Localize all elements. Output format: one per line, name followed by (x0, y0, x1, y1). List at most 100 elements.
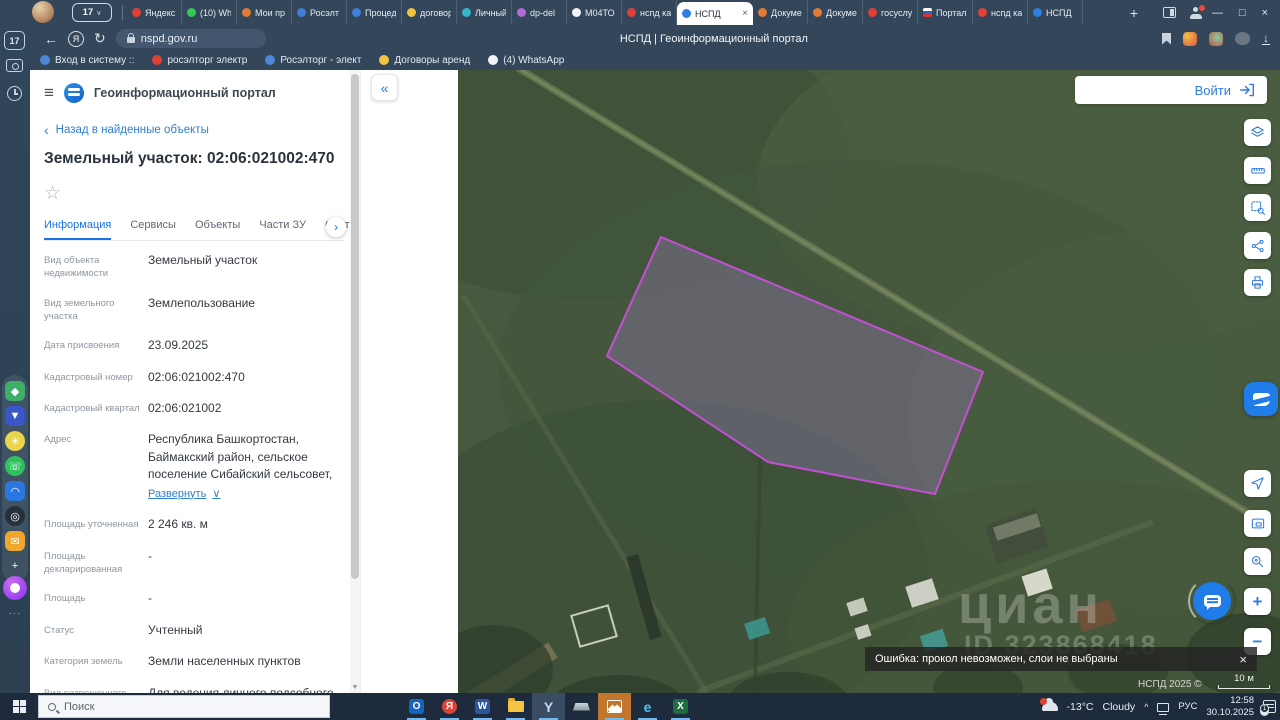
browser-tab-6[interactable]: договор (402, 0, 457, 25)
browser-tab-4[interactable]: Росэлт (292, 0, 347, 25)
overview-map-button[interactable] (1244, 510, 1271, 537)
coordinate-search-button[interactable] (1244, 548, 1271, 575)
tab-count-chip[interactable]: 17 ∨ (72, 3, 112, 22)
browser-tab-17[interactable]: НСПД (1028, 0, 1083, 25)
history-clock-icon[interactable] (7, 86, 22, 101)
weather-icon[interactable] (1039, 698, 1058, 711)
collections-icon[interactable] (1235, 32, 1250, 45)
taskbar-app-explorer[interactable] (499, 693, 532, 720)
browser-tab-5[interactable]: Процед (347, 0, 402, 25)
weather-temp[interactable]: -13°C (1067, 701, 1094, 713)
browser-tab-7[interactable]: Личный (457, 0, 512, 25)
browser-tab-2[interactable]: (10) Wh (182, 0, 237, 25)
collapse-panel-button[interactable]: « (371, 74, 398, 101)
bookmark-item[interactable]: Договоры аренд (379, 55, 470, 66)
back-button[interactable]: ← (44, 31, 58, 47)
bookmark-flag-icon[interactable] (1162, 32, 1171, 45)
language-indicator[interactable]: РУС (1178, 701, 1197, 712)
attribute-label: Кадастровый номер (44, 371, 133, 383)
taskbar-app-outlook[interactable]: O (400, 693, 433, 720)
window-close-button[interactable]: × (1262, 7, 1268, 19)
extension-icon[interactable] (1209, 31, 1223, 46)
alice-assistant-icon[interactable] (3, 576, 27, 600)
weather-condition[interactable]: Cloudy (1103, 701, 1136, 713)
print-button[interactable] (1244, 269, 1271, 296)
browser-tab-11[interactable]: НСПД × (677, 2, 753, 25)
scrollbar-thumb[interactable] (351, 74, 359, 579)
tab-части зу[interactable]: Части ЗУ (259, 219, 306, 240)
zoom-in-button[interactable]: + (1244, 588, 1271, 615)
mail-icon[interactable]: ✉ (5, 531, 25, 551)
share-button[interactable] (1244, 232, 1271, 259)
favorite-star-icon[interactable]: ☆ (44, 182, 68, 205)
sidebar-more-icon[interactable]: ··· (0, 608, 30, 619)
panorama-button[interactable] (1244, 382, 1278, 416)
tab-сервисы[interactable]: Сервисы (130, 219, 176, 240)
browser-tab-3[interactable]: Мои пр (237, 0, 292, 25)
taskbar-search[interactable]: Поиск (38, 695, 330, 718)
bookmark-item[interactable]: росэлторг электр (152, 55, 247, 66)
bookmark-item[interactable]: Вход в систему :: (40, 55, 134, 66)
taskbar-app-excel[interactable]: X (664, 693, 697, 720)
camera-app-icon[interactable]: ◎ (5, 506, 25, 526)
downloads-icon[interactable]: ↓ (1262, 32, 1270, 45)
tab-информация[interactable]: Информация (44, 219, 112, 240)
expand-address-link[interactable]: Развернуть ∨ (148, 487, 220, 503)
browser-tab-16[interactable]: нспд ка (973, 0, 1028, 25)
network-icon[interactable] (1157, 703, 1170, 715)
browser-tab-12[interactable]: Докуме (753, 0, 808, 25)
notification-icon[interactable]: 1 (1260, 700, 1276, 713)
shield-icon[interactable]: ▼ (5, 406, 25, 426)
panel-scrollbar[interactable]: ▼ (350, 70, 360, 693)
browser-tab-15[interactable]: Портал (918, 0, 973, 25)
area-select-button[interactable] (1244, 194, 1271, 221)
layers-button[interactable] (1244, 119, 1271, 146)
browser-tab-10[interactable]: нспд ка (622, 0, 677, 25)
taskbar-app-scanner[interactable] (565, 693, 598, 720)
my-location-button[interactable] (1244, 470, 1271, 497)
chat-support-button[interactable] (1188, 577, 1236, 625)
back-to-results-link[interactable]: ‹ Назад в найденные объекты (44, 122, 344, 138)
measure-ruler-button[interactable] (1244, 157, 1271, 184)
tab-объекты[interactable]: Объекты (195, 219, 240, 240)
menu-icon[interactable]: ≡ (44, 83, 54, 103)
extension-icon[interactable] (1183, 31, 1197, 46)
tab-counter-badge[interactable]: 17 (4, 31, 25, 50)
scrollbar-down-arrow[interactable]: ▼ (350, 684, 360, 691)
browser-icon[interactable]: ◠ (5, 481, 25, 501)
taskbar-app-photos[interactable] (598, 693, 631, 720)
browser-profile-icon[interactable] (1189, 4, 1205, 19)
taskbar-clock[interactable]: 12:58 30.10.2025 (1206, 695, 1254, 719)
window-minimize-button[interactable]: — (1212, 7, 1223, 19)
yandex-search-icon[interactable]: Я (68, 30, 84, 47)
tray-expand-icon[interactable]: ^ (1144, 702, 1148, 712)
url-field[interactable]: nspd.gov.ru (115, 29, 266, 48)
taskbar-app-yandex[interactable]: Я (433, 693, 466, 720)
add-app-icon[interactable]: + (5, 556, 25, 576)
new-tab-button[interactable]: + (1121, 0, 1147, 25)
taskbar-app-edge[interactable]: e (631, 693, 664, 720)
screenshot-icon[interactable] (6, 59, 23, 72)
org-logo-icon[interactable]: ☀ (5, 431, 25, 451)
profile-avatar[interactable] (32, 1, 54, 23)
side-panels-icon[interactable] (1162, 7, 1176, 18)
reload-button[interactable]: ↻ (94, 30, 106, 47)
browser-tab-14[interactable]: госуслу (863, 0, 918, 25)
bookmark-item[interactable]: (4) WhatsApp (488, 55, 564, 66)
teams-icon[interactable]: ◆ (5, 381, 25, 401)
tab-close-icon[interactable]: × (742, 8, 748, 19)
taskbar-app-word[interactable]: W (466, 693, 499, 720)
browser-tab-9[interactable]: М04ТО (567, 0, 622, 25)
whatsapp-icon[interactable]: ☏ (5, 456, 25, 476)
bookmark-item[interactable]: Росэлторг - элект (265, 55, 361, 66)
login-button[interactable]: Войти (1075, 76, 1267, 104)
start-button[interactable] (0, 693, 38, 720)
tabs-more-button[interactable]: › (326, 217, 346, 237)
browser-tab-13[interactable]: Докуме (808, 0, 863, 25)
window-maximize-button[interactable]: □ (1239, 7, 1246, 19)
toast-close-icon[interactable]: × (1239, 652, 1247, 667)
map-canvas[interactable]: циан ID 323868418 Войти + − Ошибка: прок… (458, 70, 1280, 693)
browser-tab-1[interactable]: Яндекс (127, 0, 182, 25)
taskbar-app-yandex-browser[interactable]: Y (532, 693, 565, 720)
browser-tab-8[interactable]: dp-del (512, 0, 567, 25)
